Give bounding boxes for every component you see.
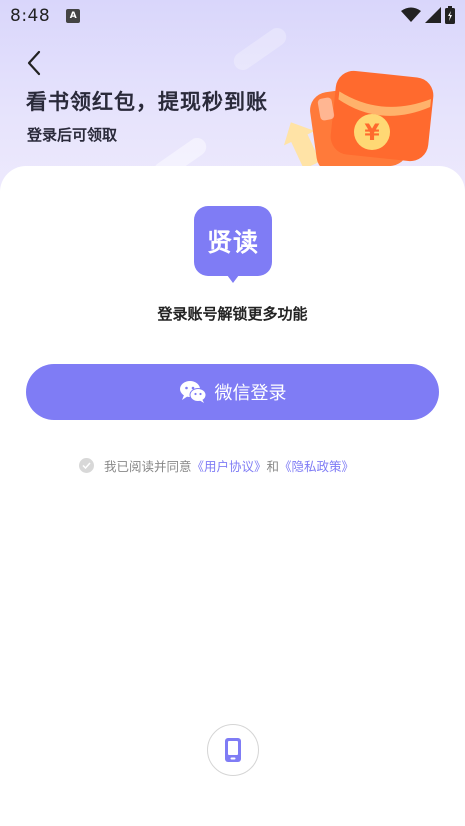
agreement-row: 我已阅读并同意 《用户协议》 和 《隐私政策》 (79, 456, 354, 474)
agreement-joiner: 和 (266, 458, 280, 474)
agreement-prefix: 我已阅读并同意 (104, 458, 192, 474)
user-agreement-link[interactable]: 《用户协议》 (192, 456, 267, 475)
wechat-login-label: 微信登录 (214, 383, 287, 404)
chevron-left-icon (27, 50, 41, 76)
app-logo-text: 贤读 (206, 228, 259, 257)
app-logo: 贤读 (194, 206, 272, 283)
privacy-policy-link[interactable]: 《隐私政策》 (279, 456, 354, 475)
wifi-icon (401, 7, 421, 22)
app-notification-icon: A (66, 9, 81, 23)
phone-login-button[interactable] (207, 724, 259, 776)
promo-headline: 看书领红包，提现秒到账 (26, 90, 268, 114)
login-tagline: 登录账号解锁更多功能 (157, 305, 308, 323)
status-time: 8:48 (10, 6, 51, 26)
check-icon (82, 461, 91, 469)
status-icons (401, 6, 455, 24)
back-button[interactable] (20, 48, 48, 78)
status-bar: 8:48 A (0, 0, 465, 32)
agreement-checkbox[interactable] (79, 457, 94, 473)
promo-subline: 登录后可领取 (27, 126, 118, 144)
phone-icon (225, 738, 241, 762)
yen-symbol: ¥ (364, 121, 380, 146)
wechat-login-button[interactable]: 微信登录 (26, 364, 439, 420)
wechat-icon (179, 381, 206, 403)
battery-icon (445, 6, 455, 24)
signal-icon (425, 7, 441, 23)
